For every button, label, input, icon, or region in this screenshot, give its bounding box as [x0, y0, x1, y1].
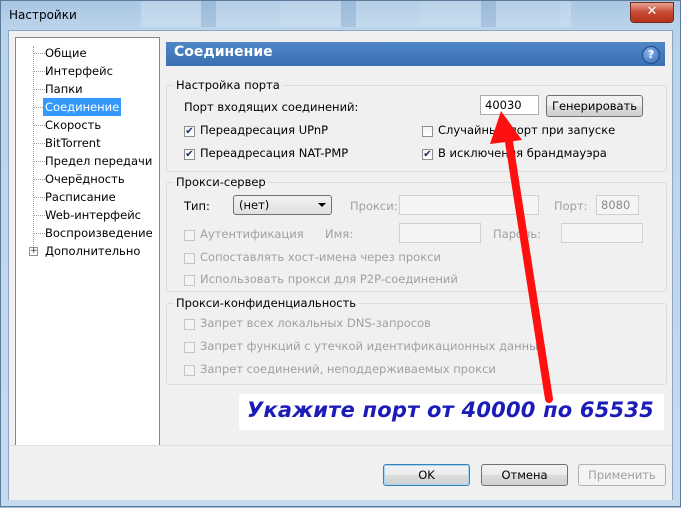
disable-dns-checkbox[interactable] [184, 319, 195, 330]
tree-item-general[interactable]: Общие [16, 44, 156, 62]
section-title: Соединение [174, 44, 273, 60]
annotation-text: Укажите порт от 40000 по 65535 [247, 398, 654, 422]
tree-item-label[interactable]: Предел передачи [43, 152, 154, 170]
tree-item-label[interactable]: Интерфейс [43, 62, 115, 80]
proxy-password-input[interactable] [561, 223, 643, 243]
annotation-box: Укажите порт от 40000 по 65535 [239, 394, 664, 430]
disable-dns-label[interactable]: Запрет всех локальных DNS-запросов [200, 316, 431, 330]
tree-item-label[interactable]: Дополнительно [43, 242, 142, 260]
ok-button[interactable]: OK [383, 464, 470, 486]
dialog-button-bar: OK Отмена Применить [9, 445, 672, 500]
window-title: Настройки [9, 8, 77, 22]
upnp-label[interactable]: Переадресация UPnP [200, 123, 328, 137]
port-input[interactable] [480, 95, 539, 115]
tree-item-label[interactable]: Общие [43, 44, 89, 62]
tree-item-connection[interactable]: Соединение [16, 98, 156, 116]
proxy-server-group: Прокси-сервер Тип: (нет) Прокси: Порт: 8… [166, 175, 667, 292]
proxy-auth-checkbox[interactable] [184, 230, 195, 241]
close-icon[interactable]: ✕ [647, 4, 658, 19]
port-label: Порт входящих соединений: [184, 100, 359, 114]
tree-item-transfer-cap[interactable]: Предел передачи [16, 152, 156, 170]
apply-button[interactable]: Применить [578, 464, 666, 486]
tree-item-label[interactable]: BitTorrent [43, 134, 103, 152]
proxy-type-value: (нет) [239, 198, 270, 212]
tree-item-label[interactable]: Воспроизведение [43, 224, 155, 242]
tree-item-label[interactable]: Папки [43, 80, 85, 98]
proxy-auth-label[interactable]: Аутентификация [200, 227, 304, 241]
tree-item-label[interactable]: Web-интерфейс [43, 206, 143, 224]
proxy-username-label: Имя: [325, 227, 354, 241]
random-port-label[interactable]: Случайный порт при запуске [438, 123, 615, 137]
proxy-port-label: Порт: [554, 199, 588, 213]
proxy-address-input[interactable] [399, 195, 539, 215]
tree-item-folders[interactable]: Папки [16, 80, 156, 98]
tree-item-bittorrent[interactable]: BitTorrent [16, 134, 156, 152]
natpmp-checkbox[interactable]: ✔ [184, 149, 195, 160]
random-port-checkbox[interactable] [422, 126, 433, 137]
tree-item-scheduler[interactable]: Расписание [16, 188, 156, 206]
upnp-checkbox[interactable]: ✔ [184, 126, 195, 137]
tree-item-label[interactable]: Расписание [43, 188, 118, 206]
proxy-username-input[interactable] [399, 223, 481, 243]
proxy-address-label: Прокси: [350, 199, 398, 213]
generate-button[interactable]: Генерировать [546, 95, 643, 117]
firewall-checkbox[interactable]: ✔ [422, 149, 433, 160]
group-title: Настройка порта [174, 78, 282, 92]
section-header: Соединение ? [166, 42, 665, 66]
tree-item-advanced[interactable]: + Дополнительно [16, 242, 156, 260]
port-settings-group: Настройка порта Порт входящих соединений… [166, 78, 667, 172]
title-bar: Настройки ✕ [1, 1, 680, 31]
group-title: Прокси-сервер [174, 175, 268, 189]
tree-item-queueing[interactable]: Очерёдность [16, 170, 156, 188]
resolve-hostnames-checkbox[interactable] [184, 253, 195, 264]
proxy-type-label: Тип: [184, 199, 210, 213]
settings-tree[interactable]: Общие Интерфейс Папки Соединение Скорост… [15, 37, 160, 489]
disable-leak-features-label[interactable]: Запрет функций с утечкой идентификационн… [200, 339, 545, 353]
proxy-password-label: Пароль: [493, 227, 542, 241]
close-button[interactable]: ✕ [630, 2, 674, 23]
tree-item-label[interactable]: Очерёдность [43, 170, 127, 188]
help-icon[interactable]: ? [642, 46, 660, 64]
disable-leak-features-checkbox[interactable] [184, 342, 195, 353]
tree-item-label[interactable]: Скорость [43, 116, 103, 134]
chevron-down-icon [318, 203, 326, 207]
proxy-p2p-checkbox[interactable] [184, 275, 195, 286]
tree-item-web-ui[interactable]: Web-интерфейс [16, 206, 156, 224]
settings-window: Настройки ✕ Общие Интерфейс Папки Соедин… [0, 0, 681, 507]
expand-icon[interactable]: + [29, 247, 38, 256]
proxy-port-input[interactable]: 8080 [596, 195, 639, 215]
group-title: Прокси-конфиденциальность [174, 296, 359, 310]
proxy-type-select[interactable]: (нет) [233, 195, 332, 215]
proxy-privacy-group: Прокси-конфиденциальность Запрет всех ло… [166, 296, 667, 385]
disable-unsupported-label[interactable]: Запрет соединений, неподдерживаемых прок… [200, 362, 496, 376]
title-bar-background [141, 1, 571, 27]
resolve-hostnames-label[interactable]: Сопоставлять хост-имена через прокси [200, 250, 441, 264]
natpmp-label[interactable]: Переадресация NAT-PMP [200, 146, 348, 160]
firewall-label[interactable]: В исключения брандмауэра [438, 146, 607, 160]
tree-item-label[interactable]: Соединение [43, 98, 122, 116]
tree-item-playback[interactable]: Воспроизведение [16, 224, 156, 242]
tree-item-interface[interactable]: Интерфейс [16, 62, 156, 80]
tree-item-speed[interactable]: Скорость [16, 116, 156, 134]
cancel-button[interactable]: Отмена [481, 464, 568, 486]
disable-unsupported-checkbox[interactable] [184, 365, 195, 376]
proxy-p2p-label[interactable]: Использовать прокси для P2P-соединений [200, 272, 458, 286]
